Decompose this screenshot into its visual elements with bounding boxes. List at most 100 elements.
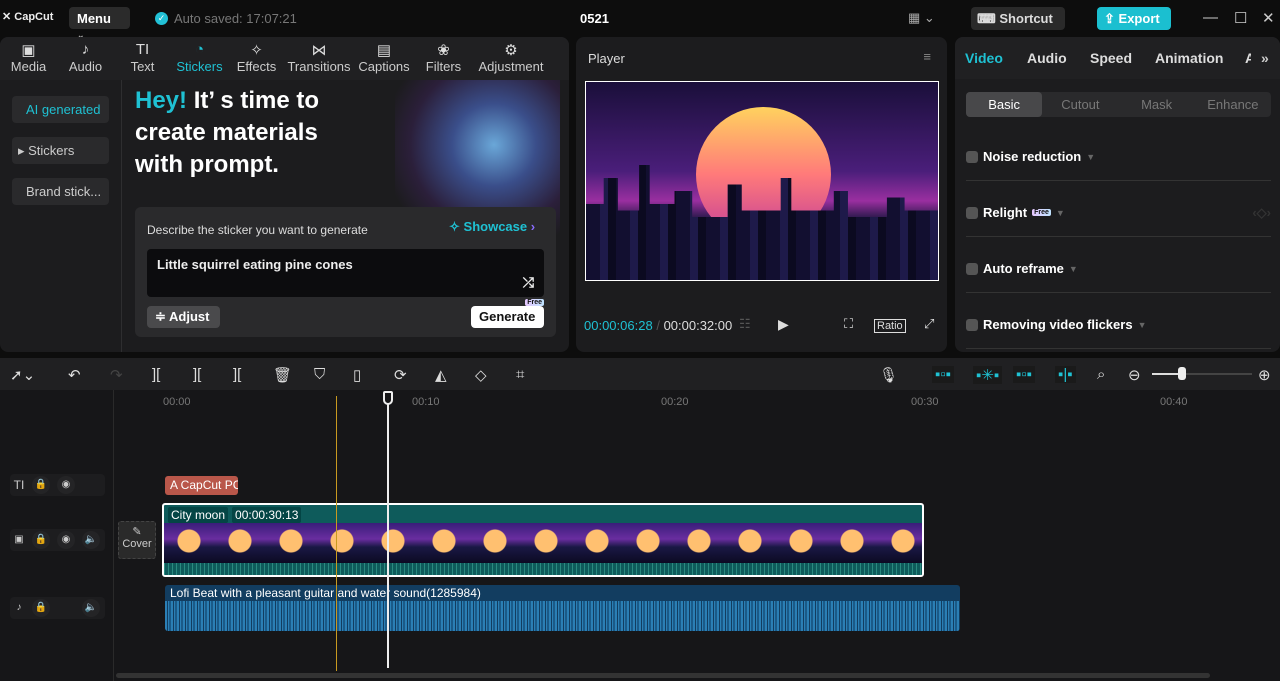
edit-icon: ✎ xyxy=(132,526,142,538)
option-noise-reduction[interactable]: Noise reduction ▼ xyxy=(966,125,1271,181)
waveform-icon[interactable]: ☷ xyxy=(739,316,751,332)
double-chevron-icon[interactable]: » xyxy=(1261,50,1269,66)
option-relight[interactable]: Relight Free ▼ ‹◇› xyxy=(966,181,1271,237)
keyframe-icon[interactable]: ‹◇› xyxy=(1252,205,1271,221)
tab-label: Transitions xyxy=(287,59,351,74)
generate-button[interactable]: Generate Free xyxy=(471,299,544,328)
subtab-enhance[interactable]: Enhance xyxy=(1195,92,1271,117)
text-clip[interactable]: A CapCut PC xyxy=(165,476,238,495)
video-clip[interactable]: City moon 00:00:30:13 xyxy=(162,503,924,577)
adjust-button[interactable]: ≑ Adjust xyxy=(147,306,220,328)
prompt-input[interactable]: Little squirrel eating pine cones ⤮ xyxy=(147,249,544,297)
tab-transitions[interactable]: ⋈ Transitions xyxy=(285,37,353,80)
tab-adjustment[interactable]: ⚙ Adjustment xyxy=(472,37,550,80)
speaker-icon[interactable]: 🔈 xyxy=(82,599,100,617)
play-button[interactable]: ▶ xyxy=(778,316,789,333)
split-icon[interactable]: ][ xyxy=(152,366,160,383)
layout-icon[interactable]: ▦ ⌄ xyxy=(908,10,935,26)
playhead-handle[interactable] xyxy=(383,391,393,405)
tab-text[interactable]: TI Text xyxy=(114,37,171,80)
sliders-icon: ≑ xyxy=(155,309,166,324)
lock-icon[interactable]: 🔒 xyxy=(32,476,50,494)
delete-icon[interactable]: 🗑 xyxy=(273,366,292,384)
subtab-basic[interactable]: Basic xyxy=(966,92,1043,117)
horizontal-scrollbar[interactable] xyxy=(116,673,1210,678)
tab-label: Filters xyxy=(425,59,462,74)
checkbox[interactable] xyxy=(966,318,978,331)
ratio-button[interactable]: Ratio xyxy=(874,319,906,333)
tab-speed[interactable]: Speed xyxy=(1090,50,1132,66)
keyboard-icon: ⌨ xyxy=(977,11,996,26)
minimize-icon[interactable]: — xyxy=(1203,9,1218,26)
export-button[interactable]: ⇪ Export xyxy=(1097,7,1171,30)
select-tool-icon[interactable]: ➚⌄ xyxy=(10,366,35,384)
zoom-out-icon[interactable]: ⊖ xyxy=(1128,366,1141,384)
menu-icon[interactable]: ≡ xyxy=(923,49,931,64)
microphone-icon[interactable]: 🎙 xyxy=(879,366,898,384)
tab-effects[interactable]: ✧ Effects xyxy=(228,37,285,80)
subtab-mask[interactable]: Mask xyxy=(1119,92,1195,117)
freeze-icon[interactable]: ▯ xyxy=(353,366,361,384)
generate-label: Generate xyxy=(479,309,536,324)
tab-filters[interactable]: ❀ Filters xyxy=(415,37,472,80)
zoom-slider[interactable] xyxy=(1152,367,1252,380)
zoom-fit-icon[interactable]: ⛶ xyxy=(844,316,853,332)
checkbox[interactable] xyxy=(966,206,978,219)
tab-media[interactable]: ▣ Media xyxy=(0,37,57,80)
menu-button[interactable]: Menu ⌄ xyxy=(69,7,130,40)
tab-audio[interactable]: Audio xyxy=(1027,50,1067,66)
sidebar-item-stickers[interactable]: ▸ Stickers xyxy=(12,137,109,164)
lock-icon[interactable]: 🔒 xyxy=(32,599,50,617)
auto-snap-icon[interactable]: ▪✳▪ xyxy=(973,366,1003,384)
mirror-icon[interactable]: ◭ xyxy=(435,366,447,384)
zoom-in-icon[interactable]: ⊕ xyxy=(1258,366,1271,384)
eye-icon[interactable]: ◉ xyxy=(57,531,75,549)
tab-audio[interactable]: ♪ Audio xyxy=(57,37,114,80)
marker-icon[interactable]: ⛉ xyxy=(314,366,325,383)
close-icon[interactable]: ✕ xyxy=(1262,9,1275,27)
redo-icon[interactable]: ↷ xyxy=(110,366,123,384)
rotate-icon[interactable]: ◇ xyxy=(475,366,487,384)
shortcut-button[interactable]: ⌨ Shortcut xyxy=(971,7,1065,30)
tick-label: 00:10 xyxy=(412,396,440,408)
checkbox[interactable] xyxy=(966,262,978,275)
option-auto-reframe[interactable]: Auto reframe ▼ xyxy=(966,237,1271,293)
tab-video[interactable]: Video xyxy=(965,50,1003,66)
eye-icon[interactable]: ◉ xyxy=(57,476,75,494)
crop-icon[interactable]: ⌗ xyxy=(516,366,524,383)
showcase-link[interactable]: ✧ Showcase › xyxy=(449,219,535,235)
split-right-icon[interactable]: ][ xyxy=(233,366,241,383)
link-icon[interactable]: ▪▫▪ xyxy=(1013,366,1035,383)
lock-icon[interactable]: 🔒 xyxy=(32,531,50,549)
undo-icon[interactable]: ↶ xyxy=(68,366,81,384)
main-track-magnet-icon[interactable]: ▪▫▪ xyxy=(932,366,954,383)
video-preview[interactable] xyxy=(585,81,939,281)
subtab-cutout[interactable]: Cutout xyxy=(1042,92,1118,117)
sidebar-item-brand-stickers[interactable]: Brand stick... xyxy=(12,178,109,205)
tab-animation[interactable]: Animation xyxy=(1155,50,1223,66)
reverse-icon[interactable]: ⟳ xyxy=(394,366,407,384)
audio-clip[interactable]: Lofi Beat with a pleasant guitar and wat… xyxy=(165,585,960,631)
sticker-generator: Describe the sticker you want to generat… xyxy=(135,207,556,337)
speaker-icon[interactable]: 🔈 xyxy=(82,531,100,549)
zoom-to-fit-icon[interactable]: ⌕ xyxy=(1097,366,1105,383)
sidebar-item-ai-generated[interactable]: AI generated xyxy=(12,96,109,123)
cover-button[interactable]: ✎ Cover xyxy=(118,521,156,559)
video-thumbnails xyxy=(164,523,922,563)
tab-stickers[interactable]: ◔ Stickers xyxy=(171,37,228,80)
preview-axis-icon[interactable]: ▪|▪ xyxy=(1055,366,1076,383)
project-name[interactable]: 0521 xyxy=(580,11,609,26)
maximize-icon[interactable]: ☐ xyxy=(1234,9,1247,27)
fullscreen-icon[interactable]: ⤢ xyxy=(924,316,934,332)
option-label: Auto reframe xyxy=(983,261,1064,276)
option-video-flickers[interactable]: Removing video flickers ▼ xyxy=(966,293,1271,349)
caret-down-icon: ▼ xyxy=(1055,207,1065,218)
checkbox[interactable] xyxy=(966,150,978,163)
total-time: 00:00:32:00 xyxy=(663,318,733,333)
tab-more[interactable]: A xyxy=(1245,50,1251,66)
split-left-icon[interactable]: ][ xyxy=(193,366,201,383)
video-track-header: ▣ 🔒 ◉ 🔈 xyxy=(10,529,105,551)
playhead[interactable] xyxy=(387,392,389,668)
tab-captions[interactable]: ▤ Captions xyxy=(353,37,415,80)
shuffle-icon[interactable]: ⤮ xyxy=(523,274,534,291)
